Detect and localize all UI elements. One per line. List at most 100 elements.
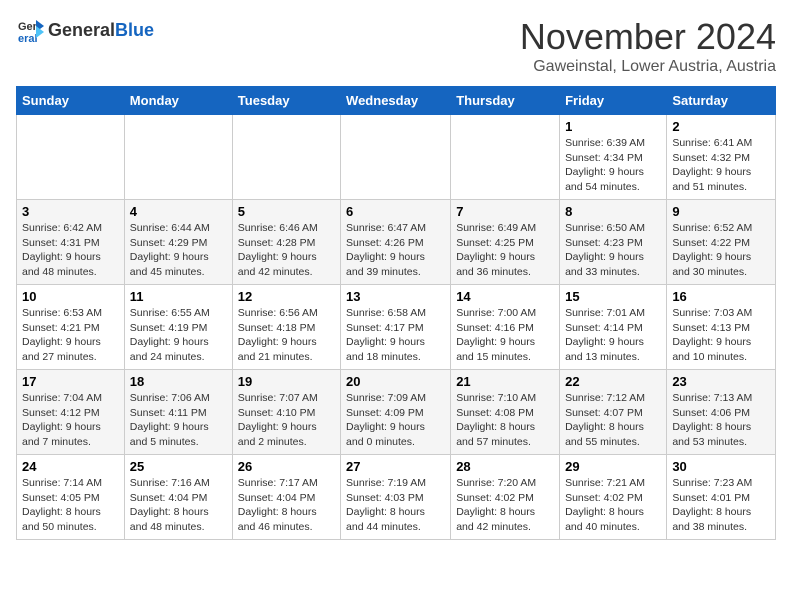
calendar-cell: 6 Sunrise: 6:47 AM Sunset: 4:26 PM Daylig… <box>341 200 451 285</box>
day-number: 14 <box>456 289 554 304</box>
day-number: 17 <box>22 374 119 389</box>
calendar-cell <box>451 115 560 200</box>
day-info: Sunrise: 7:07 AM Sunset: 4:10 PM Dayligh… <box>238 391 335 450</box>
day-number: 30 <box>672 459 770 474</box>
day-info: Sunrise: 6:55 AM Sunset: 4:19 PM Dayligh… <box>130 306 227 365</box>
day-number: 11 <box>130 289 227 304</box>
day-number: 22 <box>565 374 661 389</box>
calendar-cell: 25Sunrise: 7:16 AM Sunset: 4:04 PM Dayli… <box>124 455 232 540</box>
day-info: Sunrise: 6:53 AM Sunset: 4:21 PM Dayligh… <box>22 306 119 365</box>
logo-general-text: General <box>48 20 115 40</box>
column-header-tuesday: Tuesday <box>232 87 340 115</box>
day-number: 6 <box>346 204 445 219</box>
day-info: Sunrise: 7:17 AM Sunset: 4:04 PM Dayligh… <box>238 476 335 535</box>
calendar-cell: 28 Sunrise: 7:20 AM Sunset: 4:02 PM Dayli… <box>451 455 560 540</box>
day-number: 16 <box>672 289 770 304</box>
calendar-cell: 21 Sunrise: 7:10 AM Sunset: 4:08 PM Dayli… <box>451 370 560 455</box>
day-info: Sunrise: 6:49 AM Sunset: 4:25 PM Dayligh… <box>456 221 554 280</box>
logo-icon: Gen eral <box>16 16 44 44</box>
day-info: Sunrise: 6:52 AM Sunset: 4:22 PM Dayligh… <box>672 221 770 280</box>
day-number: 9 <box>672 204 770 219</box>
day-info: Sunrise: 6:46 AM Sunset: 4:28 PM Dayligh… <box>238 221 335 280</box>
calendar-cell: 17 Sunrise: 7:04 AM Sunset: 4:12 PM Dayli… <box>17 370 125 455</box>
calendar-cell: 18Sunrise: 7:06 AM Sunset: 4:11 PM Dayli… <box>124 370 232 455</box>
calendar-cell: 8Sunrise: 6:50 AM Sunset: 4:23 PM Daylig… <box>560 200 667 285</box>
logo-blue-text: Blue <box>115 20 154 40</box>
day-info: Sunrise: 7:12 AM Sunset: 4:07 PM Dayligh… <box>565 391 661 450</box>
calendar-cell <box>232 115 340 200</box>
calendar-cell: 9 Sunrise: 6:52 AM Sunset: 4:22 PM Daylig… <box>667 200 776 285</box>
day-number: 28 <box>456 459 554 474</box>
day-info: Sunrise: 6:42 AM Sunset: 4:31 PM Dayligh… <box>22 221 119 280</box>
day-number: 13 <box>346 289 445 304</box>
day-number: 2 <box>672 119 770 134</box>
calendar-cell: 20 Sunrise: 7:09 AM Sunset: 4:09 PM Dayli… <box>341 370 451 455</box>
calendar-table: SundayMondayTuesdayWednesdayThursdayFrid… <box>16 86 776 540</box>
day-number: 10 <box>22 289 119 304</box>
calendar-cell: 5 Sunrise: 6:46 AM Sunset: 4:28 PM Daylig… <box>232 200 340 285</box>
day-number: 4 <box>130 204 227 219</box>
day-info: Sunrise: 7:03 AM Sunset: 4:13 PM Dayligh… <box>672 306 770 365</box>
column-header-thursday: Thursday <box>451 87 560 115</box>
day-info: Sunrise: 7:04 AM Sunset: 4:12 PM Dayligh… <box>22 391 119 450</box>
day-info: Sunrise: 6:47 AM Sunset: 4:26 PM Dayligh… <box>346 221 445 280</box>
day-number: 26 <box>238 459 335 474</box>
calendar-cell: 2 Sunrise: 6:41 AM Sunset: 4:32 PM Daylig… <box>667 115 776 200</box>
calendar-cell: 15Sunrise: 7:01 AM Sunset: 4:14 PM Dayli… <box>560 285 667 370</box>
location-subtitle: Gaweinstal, Lower Austria, Austria <box>520 58 776 76</box>
calendar-week-row: 1 Sunrise: 6:39 AM Sunset: 4:34 PM Daylig… <box>17 115 776 200</box>
calendar-cell: 11 Sunrise: 6:55 AM Sunset: 4:19 PM Dayli… <box>124 285 232 370</box>
day-number: 24 <box>22 459 119 474</box>
day-number: 12 <box>238 289 335 304</box>
calendar-cell: 19 Sunrise: 7:07 AM Sunset: 4:10 PM Dayli… <box>232 370 340 455</box>
day-number: 29 <box>565 459 661 474</box>
column-header-saturday: Saturday <box>667 87 776 115</box>
day-number: 27 <box>346 459 445 474</box>
day-number: 20 <box>346 374 445 389</box>
day-number: 5 <box>238 204 335 219</box>
day-info: Sunrise: 7:23 AM Sunset: 4:01 PM Dayligh… <box>672 476 770 535</box>
title-area: November 2024 Gaweinstal, Lower Austria,… <box>520 16 776 76</box>
calendar-cell: 13Sunrise: 6:58 AM Sunset: 4:17 PM Dayli… <box>341 285 451 370</box>
calendar-cell: 22 Sunrise: 7:12 AM Sunset: 4:07 PM Dayli… <box>560 370 667 455</box>
calendar-header-row: SundayMondayTuesdayWednesdayThursdayFrid… <box>17 87 776 115</box>
calendar-cell <box>124 115 232 200</box>
calendar-cell: 12 Sunrise: 6:56 AM Sunset: 4:18 PM Dayli… <box>232 285 340 370</box>
calendar-cell: 16 Sunrise: 7:03 AM Sunset: 4:13 PM Dayli… <box>667 285 776 370</box>
svg-text:eral: eral <box>18 33 38 44</box>
calendar-week-row: 24Sunrise: 7:14 AM Sunset: 4:05 PM Dayli… <box>17 455 776 540</box>
logo: Gen eral GeneralBlue <box>16 16 154 44</box>
column-header-friday: Friday <box>560 87 667 115</box>
header: Gen eral GeneralBlue November 2024 Gawei… <box>16 16 776 76</box>
day-info: Sunrise: 6:44 AM Sunset: 4:29 PM Dayligh… <box>130 221 227 280</box>
calendar-cell: 23Sunrise: 7:13 AM Sunset: 4:06 PM Dayli… <box>667 370 776 455</box>
day-info: Sunrise: 7:10 AM Sunset: 4:08 PM Dayligh… <box>456 391 554 450</box>
day-number: 21 <box>456 374 554 389</box>
day-info: Sunrise: 6:56 AM Sunset: 4:18 PM Dayligh… <box>238 306 335 365</box>
day-info: Sunrise: 7:21 AM Sunset: 4:02 PM Dayligh… <box>565 476 661 535</box>
day-info: Sunrise: 7:06 AM Sunset: 4:11 PM Dayligh… <box>130 391 227 450</box>
day-number: 19 <box>238 374 335 389</box>
calendar-cell: 1 Sunrise: 6:39 AM Sunset: 4:34 PM Daylig… <box>560 115 667 200</box>
day-number: 1 <box>565 119 661 134</box>
calendar-cell: 14Sunrise: 7:00 AM Sunset: 4:16 PM Dayli… <box>451 285 560 370</box>
calendar-cell: 29 Sunrise: 7:21 AM Sunset: 4:02 PM Dayli… <box>560 455 667 540</box>
calendar-cell: 27 Sunrise: 7:19 AM Sunset: 4:03 PM Dayli… <box>341 455 451 540</box>
day-number: 7 <box>456 204 554 219</box>
day-info: Sunrise: 7:09 AM Sunset: 4:09 PM Dayligh… <box>346 391 445 450</box>
calendar-cell: 24Sunrise: 7:14 AM Sunset: 4:05 PM Dayli… <box>17 455 125 540</box>
column-header-monday: Monday <box>124 87 232 115</box>
column-header-sunday: Sunday <box>17 87 125 115</box>
calendar-cell: 10 Sunrise: 6:53 AM Sunset: 4:21 PM Dayli… <box>17 285 125 370</box>
column-header-wednesday: Wednesday <box>341 87 451 115</box>
calendar-cell: 26 Sunrise: 7:17 AM Sunset: 4:04 PM Dayli… <box>232 455 340 540</box>
day-info: Sunrise: 7:13 AM Sunset: 4:06 PM Dayligh… <box>672 391 770 450</box>
day-info: Sunrise: 7:19 AM Sunset: 4:03 PM Dayligh… <box>346 476 445 535</box>
day-info: Sunrise: 7:01 AM Sunset: 4:14 PM Dayligh… <box>565 306 661 365</box>
day-number: 3 <box>22 204 119 219</box>
day-info: Sunrise: 6:41 AM Sunset: 4:32 PM Dayligh… <box>672 136 770 195</box>
day-info: Sunrise: 6:39 AM Sunset: 4:34 PM Dayligh… <box>565 136 661 195</box>
calendar-cell: 3 Sunrise: 6:42 AM Sunset: 4:31 PM Daylig… <box>17 200 125 285</box>
day-info: Sunrise: 7:16 AM Sunset: 4:04 PM Dayligh… <box>130 476 227 535</box>
day-info: Sunrise: 7:20 AM Sunset: 4:02 PM Dayligh… <box>456 476 554 535</box>
